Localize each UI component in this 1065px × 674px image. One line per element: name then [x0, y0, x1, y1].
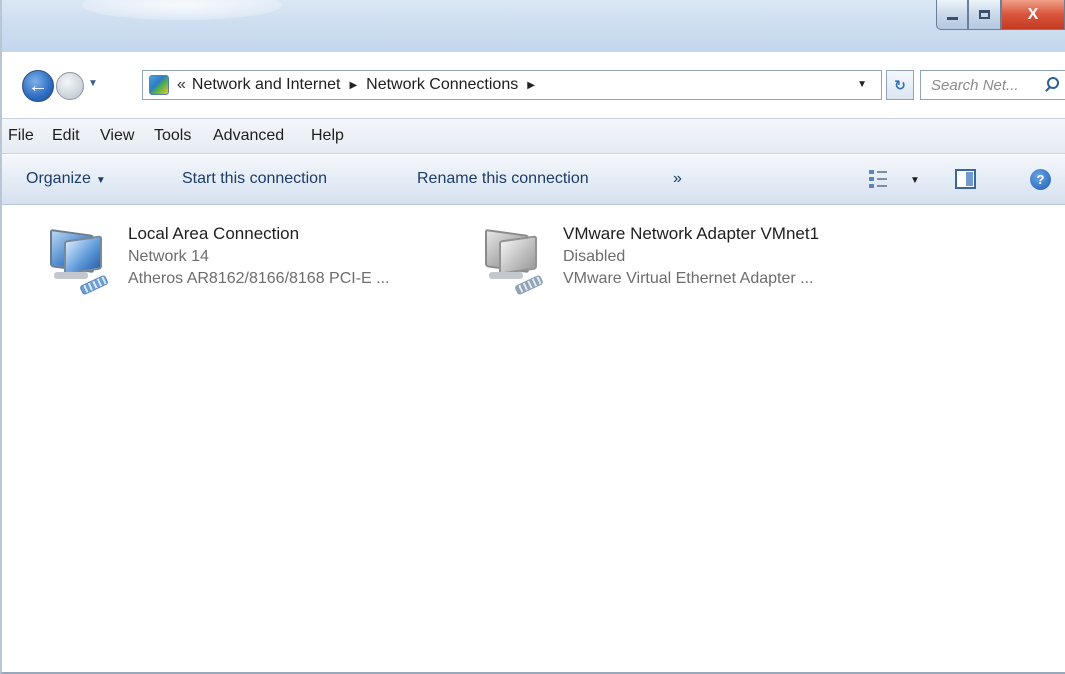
- title-bar-glow: [82, 0, 282, 20]
- connections-list: Local Area Connection Network 14 Atheros…: [2, 206, 1065, 672]
- search-placeholder: Search Net...: [931, 76, 1019, 94]
- address-row: ← ▼ « Network and Internet ▶ Network Con…: [2, 66, 1065, 106]
- view-options-dropdown[interactable]: ▼: [910, 175, 920, 186]
- maximize-icon: [979, 10, 990, 19]
- menu-file[interactable]: File: [8, 127, 34, 145]
- menu-help[interactable]: Help: [311, 127, 344, 145]
- rename-connection-button[interactable]: Rename this connection: [417, 170, 589, 188]
- network-connections-icon: [149, 75, 169, 95]
- minimize-button[interactable]: [936, 0, 968, 30]
- title-bar[interactable]: X: [2, 0, 1065, 52]
- address-bar[interactable]: « Network and Internet ▶ Network Connect…: [142, 70, 882, 100]
- start-connection-button[interactable]: Start this connection: [182, 170, 327, 188]
- connection-device: VMware Virtual Ethernet Adapter ...: [563, 270, 814, 287]
- refresh-icon: ↻: [894, 76, 906, 93]
- breadcrumb-network-connections[interactable]: Network Connections: [366, 76, 518, 94]
- back-button[interactable]: ←: [22, 70, 54, 102]
- connection-item-local-area[interactable]: Local Area Connection Network 14 Atheros…: [42, 222, 452, 312]
- menu-edit[interactable]: Edit: [52, 127, 80, 145]
- breadcrumb-arrow-icon[interactable]: ▶: [349, 80, 357, 91]
- menu-advanced[interactable]: Advanced: [213, 127, 284, 145]
- network-connection-icon: [42, 228, 112, 298]
- breadcrumb-network-and-internet[interactable]: Network and Internet: [192, 76, 341, 94]
- change-view-icon[interactable]: [869, 169, 887, 189]
- monitor-stand: [489, 272, 523, 279]
- breadcrumb-overflow[interactable]: «: [177, 76, 186, 94]
- more-commands-button[interactable]: »: [673, 170, 682, 188]
- connection-item-vmware-vmnet1[interactable]: VMware Network Adapter VMnet1 Disabled V…: [477, 222, 897, 312]
- command-bar: Organize ▼ Start this connection Rename t…: [2, 155, 1065, 205]
- monitor-shape: [64, 235, 102, 275]
- back-arrow-icon: ←: [28, 74, 48, 97]
- help-icon[interactable]: ?: [1030, 169, 1051, 190]
- address-dropdown[interactable]: ▼: [857, 79, 867, 90]
- chevron-down-icon: ▼: [95, 175, 106, 186]
- recent-pages-dropdown[interactable]: ▼: [88, 78, 98, 89]
- menu-bar: File Edit View Tools Advanced Help: [2, 118, 1065, 154]
- refresh-button[interactable]: ↻: [886, 70, 914, 100]
- organize-button[interactable]: Organize ▼: [26, 170, 106, 188]
- menu-view[interactable]: View: [100, 127, 134, 145]
- maximize-button[interactable]: [968, 0, 1001, 30]
- close-icon: X: [1027, 5, 1039, 23]
- minimize-icon: [946, 17, 958, 20]
- connection-status: Network 14: [128, 248, 209, 265]
- close-button[interactable]: X: [1001, 0, 1065, 30]
- search-input[interactable]: Search Net...: [920, 70, 1065, 100]
- connection-name: Local Area Connection: [128, 224, 300, 243]
- connection-name: VMware Network Adapter VMnet1: [563, 224, 820, 243]
- monitor-shape: [499, 235, 537, 275]
- breadcrumb-arrow-icon[interactable]: ▶: [527, 80, 535, 91]
- connection-details: VMware Network Adapter VMnet1 Disabled V…: [563, 222, 819, 290]
- caption-buttons: X: [936, 0, 1065, 30]
- connection-status: Disabled: [563, 248, 626, 265]
- monitor-stand: [54, 272, 88, 279]
- explorer-window: X ← ▼ « Network and Internet ▶ Network C…: [0, 0, 1065, 674]
- preview-pane-icon[interactable]: [955, 169, 976, 189]
- organize-label: Organize: [26, 170, 91, 187]
- menu-tools[interactable]: Tools: [154, 127, 191, 145]
- search-icon[interactable]: [1047, 77, 1059, 89]
- forward-button[interactable]: [56, 72, 84, 100]
- network-connection-disabled-icon: [477, 228, 547, 298]
- connection-device: Atheros AR8162/8166/8168 PCI-E ...: [128, 270, 390, 287]
- connection-details: Local Area Connection Network 14 Atheros…: [128, 222, 390, 290]
